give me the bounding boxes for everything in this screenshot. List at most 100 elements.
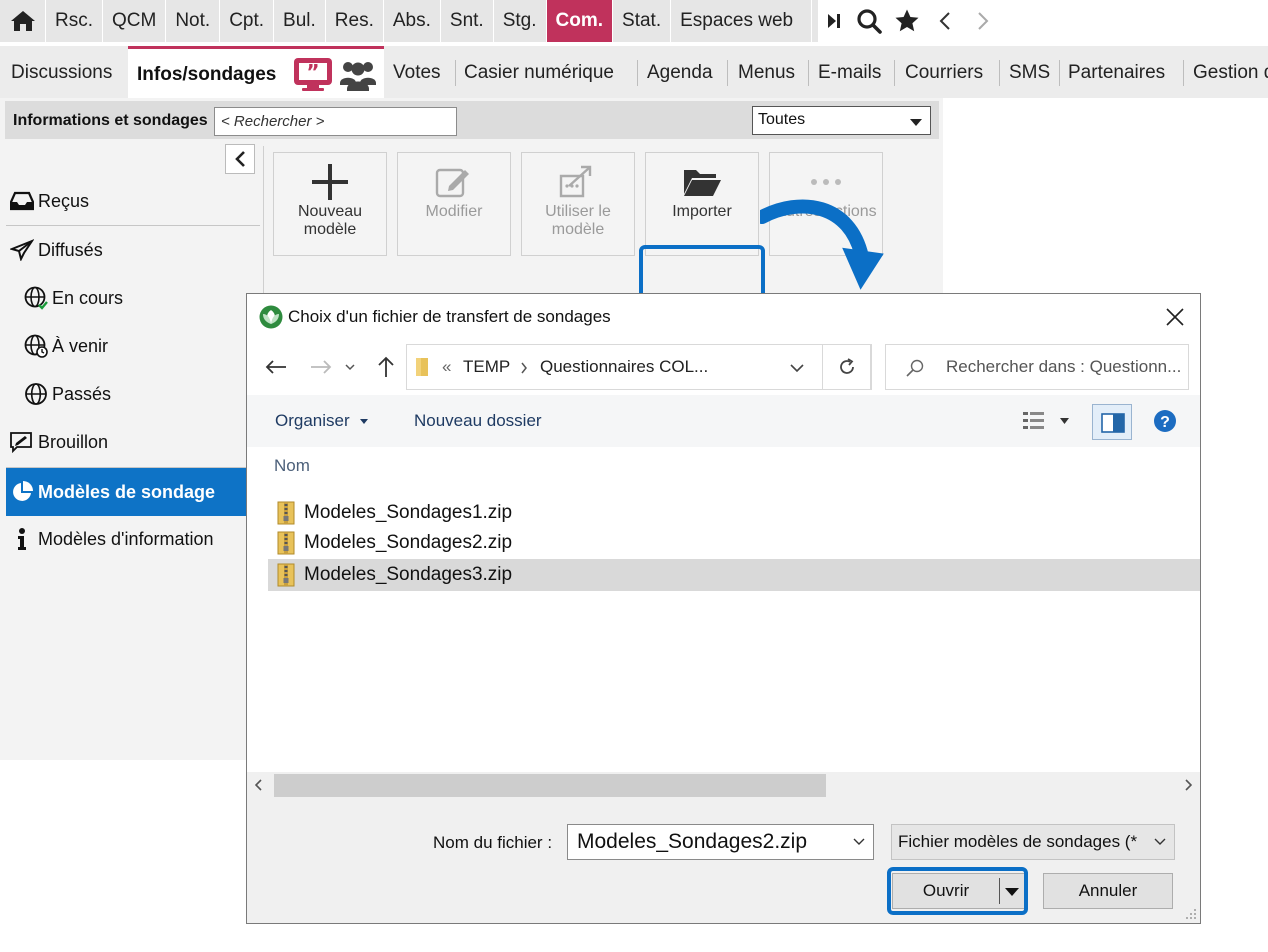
view-options-button[interactable] — [1022, 410, 1046, 432]
collapse-sidebar-button[interactable] — [225, 144, 255, 174]
scroll-left-icon[interactable] — [255, 779, 263, 791]
module-not[interactable]: Not. — [166, 0, 221, 42]
module-bul[interactable]: Bul. — [274, 0, 326, 42]
app-logo-icon — [259, 305, 283, 329]
sidebar-item-brouillon[interactable]: Brouillon — [6, 419, 260, 465]
back-button[interactable] — [263, 354, 289, 380]
tab-votes[interactable]: Votes — [393, 46, 441, 98]
globe-icon — [23, 381, 49, 407]
sidebar-item-diffuses[interactable]: Diffusés — [6, 227, 260, 273]
module-snt[interactable]: Snt. — [441, 0, 494, 42]
refresh-button[interactable] — [822, 344, 872, 390]
info-icon — [9, 526, 35, 552]
breadcrumb-questionnaires[interactable]: Questionnaires COL... — [540, 345, 708, 389]
cancel-button[interactable]: Annuler — [1043, 873, 1173, 909]
horizontal-scrollbar[interactable] — [247, 772, 1200, 799]
svg-text:?: ? — [1160, 414, 1170, 431]
sidebar-item-label: Reçus — [38, 190, 90, 211]
sidebar-item-modeles-d-information[interactable]: Modèles d'information — [6, 516, 260, 562]
filename-label: Nom du fichier : — [433, 833, 553, 852]
people-icon[interactable] — [339, 57, 377, 93]
forward-button[interactable] — [964, 0, 1002, 42]
module-cpt[interactable]: Cpt. — [220, 0, 275, 42]
sidebar-item-label: Brouillon — [38, 431, 109, 452]
filename-value: Modeles_Sondages2.zip — [577, 830, 807, 853]
scrollbar-thumb[interactable] — [274, 774, 826, 797]
open-highlight-frame — [887, 867, 1028, 915]
chevron-down-icon[interactable] — [853, 838, 865, 846]
new-template-label: Nouveau modèle — [297, 203, 363, 238]
tab-separator — [1059, 60, 1060, 86]
arrow-right-icon — [311, 360, 332, 374]
filter-select[interactable]: Toutes — [752, 106, 931, 135]
tab-partenaires[interactable]: Partenaires — [1068, 46, 1165, 98]
tab-courriers[interactable]: Courriers — [905, 46, 983, 98]
dialog-titlebar: Choix d'un fichier de transfert de sonda… — [247, 294, 1200, 340]
import-button[interactable]: Importer — [645, 152, 759, 256]
skip-end-button[interactable] — [818, 0, 850, 42]
search-input[interactable]: < Rechercher > — [214, 107, 457, 136]
sidebar-item-label: À venir — [52, 335, 109, 356]
module-stg[interactable]: Stg. — [494, 0, 547, 42]
sidebar-item-modeles-de-sondage[interactable]: Modèles de sondage — [6, 468, 260, 516]
use-template-button[interactable]: Utiliser le modèle — [521, 152, 635, 256]
new-folder-button[interactable]: Nouveau dossier — [414, 395, 542, 447]
breadcrumb-overflow[interactable]: « — [442, 345, 451, 389]
filetype-select[interactable]: Fichier modèles de sondages (* — [891, 824, 1175, 860]
tab-menus[interactable]: Menus — [738, 46, 795, 98]
tab-gestion[interactable]: Gestion d — [1193, 46, 1268, 98]
modify-button[interactable]: Modifier — [397, 152, 511, 256]
breadcrumb-temp[interactable]: TEMP — [463, 345, 510, 389]
tab-separator — [455, 60, 456, 86]
folder-search-input[interactable]: Rechercher dans : Questionn... — [885, 344, 1189, 390]
module-com[interactable]: Com. — [546, 0, 614, 42]
dropdown-arrow-icon[interactable] — [1060, 418, 1069, 424]
tab-infos-sondages[interactable]: Infos/sondages ” — [128, 46, 384, 98]
tab-sms[interactable]: SMS — [1009, 46, 1050, 98]
module-res[interactable]: Res. — [326, 0, 384, 42]
svg-text:”: ” — [306, 60, 319, 84]
poll-screen-icon[interactable]: ” — [293, 57, 333, 93]
folder-icon — [416, 358, 428, 376]
globe-check-icon — [23, 285, 49, 311]
module-espaces-web[interactable]: Espaces web — [671, 0, 813, 42]
search-icon — [857, 9, 882, 34]
address-bar[interactable]: « TEMP Questionnaires COL... — [406, 344, 871, 390]
home-button[interactable] — [0, 0, 46, 42]
back-button[interactable] — [926, 0, 964, 42]
search-button[interactable] — [850, 0, 888, 42]
organize-menu[interactable]: Organiser — [275, 395, 350, 447]
sidebar-item-a-venir[interactable]: À venir — [6, 323, 260, 369]
column-header-name[interactable]: Nom — [274, 456, 310, 476]
tab-agenda[interactable]: Agenda — [647, 46, 713, 98]
scroll-right-icon[interactable] — [1184, 779, 1192, 791]
file-item[interactable]: Modeles_Sondages2.zip — [268, 528, 1200, 558]
new-template-button[interactable]: Nouveau modèle — [273, 152, 387, 256]
up-button[interactable] — [373, 354, 399, 380]
help-button[interactable]: ? — [1153, 409, 1177, 433]
sidebar-item-passes[interactable]: Passés — [6, 371, 260, 417]
forward-button[interactable] — [308, 354, 334, 380]
module-qcm[interactable]: QCM — [103, 0, 167, 42]
tab-discussions[interactable]: Discussions — [11, 46, 112, 98]
close-button[interactable] — [1164, 306, 1186, 328]
dialog-navigation: « TEMP Questionnaires COL... Rechercher … — [247, 342, 1200, 392]
file-item[interactable]: Modeles_Sondages1.zip — [268, 498, 1200, 528]
filename-input[interactable]: Modeles_Sondages2.zip — [567, 824, 874, 860]
module-abs[interactable]: Abs. — [384, 0, 441, 42]
sidebar-item-recus[interactable]: Reçus — [6, 178, 260, 224]
module-rsc[interactable]: Rsc. — [46, 0, 103, 42]
preview-pane-button[interactable] — [1092, 404, 1132, 440]
folder-search-placeholder: Rechercher dans : Questionn... — [946, 357, 1182, 376]
recent-locations-button[interactable] — [343, 354, 357, 380]
favorites-button[interactable] — [888, 0, 926, 42]
module-bar: Rsc. QCM Not. Cpt. Bul. Res. Abs. Snt. S… — [0, 0, 1268, 42]
tab-e-mails[interactable]: E-mails — [818, 46, 881, 98]
file-item-selected[interactable]: Modeles_Sondages3.zip — [268, 559, 1200, 591]
module-stat[interactable]: Stat. — [613, 0, 672, 42]
sidebar-item-label: Modèles d'information — [38, 528, 214, 549]
tab-casier-numerique[interactable]: Casier numérique — [464, 46, 614, 98]
sidebar-item-en-cours[interactable]: En cours — [6, 275, 260, 321]
details-view-icon — [1023, 412, 1044, 429]
resize-grip-icon[interactable] — [1185, 908, 1197, 920]
